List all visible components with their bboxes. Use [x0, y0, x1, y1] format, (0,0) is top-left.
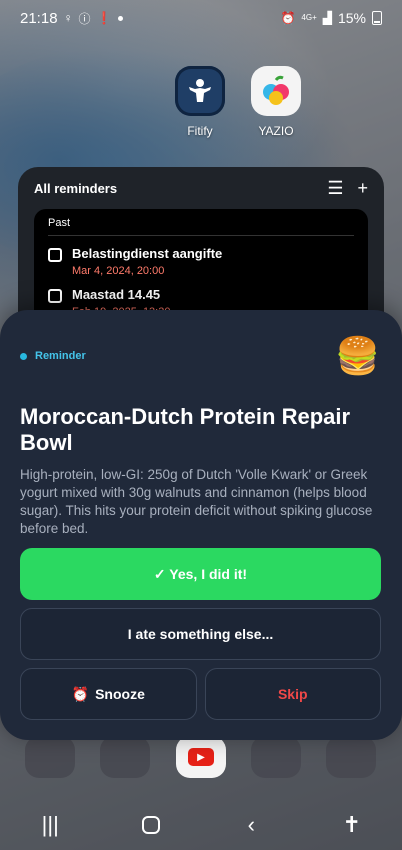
- status-time: 21:18: [20, 9, 58, 27]
- battery-icon: [372, 11, 382, 25]
- fitify-app-icon: [175, 66, 225, 116]
- app-folder-3[interactable]: [251, 736, 301, 778]
- yes-did-it-button[interactable]: ✓ Yes, I did it!: [20, 548, 381, 600]
- app-fitify[interactable]: Fitify: [165, 66, 235, 138]
- add-icon[interactable]: +: [357, 179, 368, 197]
- notification-dot-icon: [117, 15, 123, 21]
- widget-reminder-item[interactable]: Belastingdienst aangifte Mar 4, 2024, 20…: [48, 246, 354, 277]
- reminder-title: Maastad 14.45: [72, 287, 161, 302]
- info-icon: ⓘ: [78, 11, 91, 26]
- ate-something-else-button[interactable]: I ate something else...: [20, 608, 381, 660]
- reminder-checkbox[interactable]: [48, 289, 62, 303]
- widget-section-label: Past: [48, 217, 354, 236]
- status-bar: 21:18 ♀ ⓘ ❗ ⏰ 4G+ ▟ 15%: [0, 0, 402, 36]
- network-type: 4G+: [301, 13, 317, 22]
- reminder-popup-card: Reminder 🍔 Moroccan-Dutch Protein Repair…: [0, 310, 402, 740]
- navigation-bar: ||| ‹ ✝: [0, 800, 402, 850]
- reminder-tag: Reminder: [20, 350, 86, 362]
- reminder-checkbox[interactable]: [48, 248, 62, 262]
- reminder-title: Belastingdienst aangifte: [72, 246, 223, 261]
- yazio-app-icon: [251, 66, 301, 116]
- burger-emoji-icon: 🍔: [335, 335, 380, 376]
- reminder-tag-label: Reminder: [35, 350, 86, 362]
- alarm-clock-icon: ⏰: [71, 685, 90, 702]
- snooze-button[interactable]: ⏰ Snooze: [20, 668, 197, 720]
- person-icon: ♀: [63, 11, 73, 25]
- home-button[interactable]: [126, 816, 176, 834]
- reminder-description: High-protein, low-GI: 250g of Dutch 'Vol…: [20, 467, 373, 536]
- home-dock: ▶: [0, 736, 402, 780]
- alert-icon: ❗: [96, 11, 112, 25]
- battery-percent: 15%: [337, 10, 366, 26]
- app-folder-2[interactable]: [100, 736, 150, 778]
- reminder-date: Mar 4, 2024, 20:00: [72, 265, 165, 277]
- recents-icon[interactable]: |||: [25, 812, 75, 838]
- app-label-fitify: Fitify: [187, 124, 213, 138]
- app-folder-1[interactable]: [25, 736, 75, 778]
- accessibility-icon[interactable]: ✝: [327, 812, 377, 838]
- signal-icon: ▟: [322, 11, 332, 25]
- alarm-lock-icon: ⏰: [280, 11, 296, 25]
- reminder-title: Moroccan-Dutch Protein Repair Bowl: [20, 404, 351, 455]
- app-yazio[interactable]: YAZIO: [241, 66, 311, 138]
- home-icon: [141, 816, 160, 834]
- tag-dot-icon: [20, 352, 27, 360]
- sort-icon[interactable]: ☰: [327, 179, 343, 197]
- snooze-label: Snooze: [95, 686, 145, 702]
- youtube-app-icon[interactable]: ▶: [176, 736, 226, 778]
- app-label-yazio: YAZIO: [258, 124, 294, 138]
- skip-button[interactable]: Skip: [204, 668, 381, 720]
- app-folder-4[interactable]: [326, 736, 376, 778]
- back-icon[interactable]: ‹: [226, 812, 276, 838]
- widget-title: All reminders: [34, 180, 118, 196]
